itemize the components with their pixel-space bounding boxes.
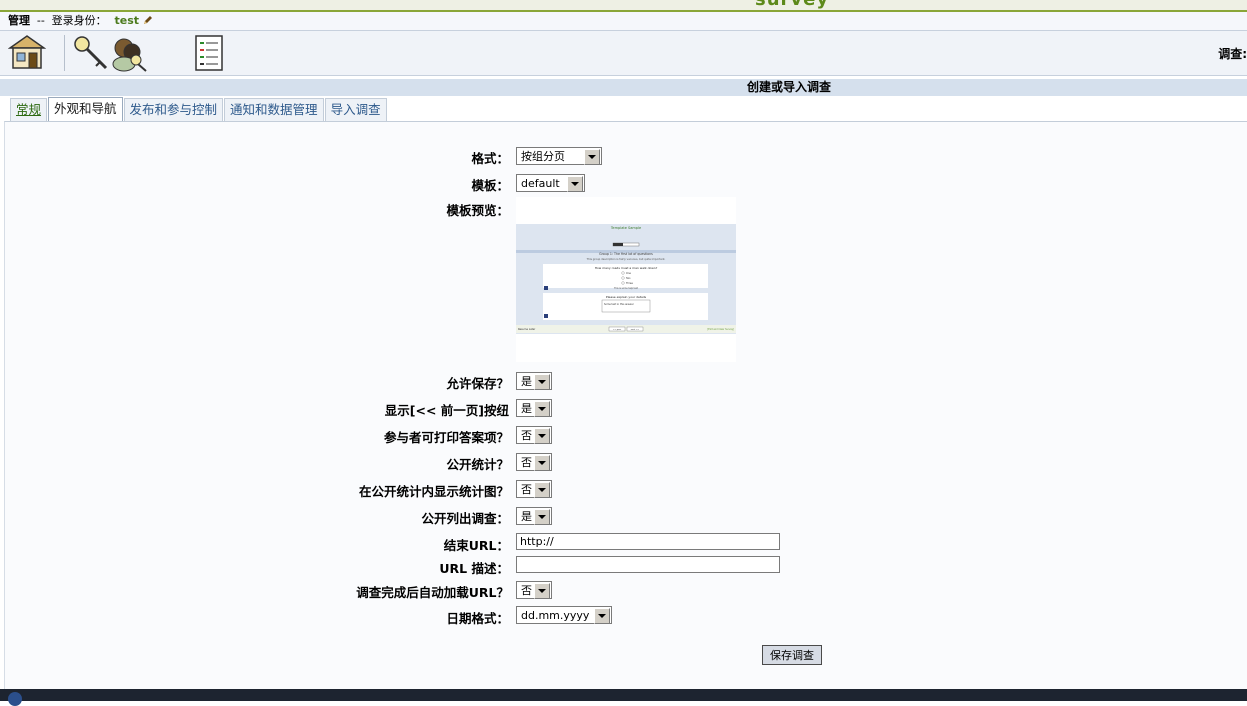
survey-list-icon[interactable] bbox=[194, 34, 224, 75]
save-survey-button[interactable]: 保存调查 bbox=[762, 645, 822, 665]
url-desc-input[interactable] bbox=[516, 556, 780, 573]
public-stats-value: 否 bbox=[521, 456, 532, 469]
preview-group-desc: This group description is fairly vacuous… bbox=[587, 257, 666, 261]
preview-group-title: Group 1: The first lot of questions bbox=[599, 252, 653, 256]
preview-exit-link: [Exit and Clear Survey] bbox=[707, 328, 734, 331]
tab-appearance[interactable]: 外观和导航 bbox=[48, 97, 123, 122]
footer-logo-icon bbox=[8, 692, 22, 706]
login-role-label: 登录身份： bbox=[51, 14, 107, 27]
preview-question-1: How many roads must a man walk down? bbox=[595, 266, 658, 270]
preview-question-2: Please explain your details bbox=[606, 295, 647, 299]
username-link[interactable]: test bbox=[114, 14, 139, 27]
public-graphs-label: 在公开统计内显示统计图？ bbox=[358, 484, 509, 499]
admin-bar: 管理 -- 登录身份： test bbox=[0, 12, 1247, 31]
date-format-value: dd.mm.yyyy bbox=[521, 609, 590, 622]
admin-separator: -- bbox=[36, 14, 45, 27]
allow-save-label: 允许保存？ bbox=[446, 376, 509, 391]
preview-resume-later: Resume Later bbox=[518, 327, 536, 331]
template-value: default bbox=[521, 177, 560, 190]
preview-option-1: One bbox=[626, 272, 631, 275]
autoload-url-select[interactable]: 否 bbox=[516, 581, 552, 599]
chevron-down-icon bbox=[534, 509, 550, 525]
chevron-down-icon bbox=[534, 401, 550, 417]
preview-answer-text: Some text in this answer bbox=[604, 303, 634, 306]
preview-next-button: next >> bbox=[631, 328, 640, 331]
template-preview-image: Template Sample Group 1: The first lot o… bbox=[516, 197, 736, 362]
date-format-label: 日期格式： bbox=[446, 611, 509, 626]
chevron-down-icon bbox=[534, 583, 550, 599]
template-select[interactable]: default bbox=[516, 174, 585, 192]
preview-prev-button: << prev bbox=[613, 328, 622, 331]
public-stats-label: 公开统计？ bbox=[446, 457, 509, 472]
print-answers-select[interactable]: 否 bbox=[516, 426, 552, 444]
autoload-url-value: 否 bbox=[521, 584, 532, 597]
chevron-down-icon bbox=[594, 608, 610, 624]
allow-save-select[interactable]: 是 bbox=[516, 372, 552, 390]
public-list-label: 公开列出调查： bbox=[421, 511, 509, 526]
template-label: 模板： bbox=[471, 178, 509, 193]
preview-help-text: This is some help text bbox=[614, 287, 638, 290]
tab-publish[interactable]: 发布和参与控制 bbox=[123, 98, 224, 121]
url-desc-label: URL 描述： bbox=[439, 561, 509, 576]
date-format-select[interactable]: dd.mm.yyyy bbox=[516, 606, 612, 624]
print-answers-value: 否 bbox=[521, 429, 532, 442]
chevron-down-icon bbox=[584, 149, 600, 165]
chevron-down-icon bbox=[534, 455, 550, 471]
tab-general[interactable]: 常规 bbox=[10, 98, 48, 121]
chevron-down-icon bbox=[567, 176, 583, 192]
chevron-down-icon bbox=[534, 374, 550, 390]
brand-title: survey bbox=[755, 0, 829, 10]
autoload-url-label: 调查完成后自动加载URL？ bbox=[356, 585, 509, 600]
allow-save-value: 是 bbox=[521, 375, 532, 388]
public-list-select[interactable]: 是 bbox=[516, 507, 552, 525]
toolbar-divider bbox=[64, 35, 65, 71]
tab-strip: 常规 外观和导航 发布和参与控制 通知和数据管理 导入调查 bbox=[10, 97, 388, 122]
edit-pencil-icon[interactable] bbox=[143, 13, 153, 24]
preview-option-3: Three bbox=[626, 282, 633, 285]
page-title: 创建或导入调查 bbox=[747, 80, 832, 94]
page-title-bar: 创建或导入调查 bbox=[0, 79, 1247, 96]
format-select[interactable]: 按组分页 bbox=[516, 147, 602, 165]
public-stats-select[interactable]: 否 bbox=[516, 453, 552, 471]
template-preview-label: 模板预览： bbox=[446, 203, 509, 218]
show-prev-value: 是 bbox=[521, 402, 532, 415]
public-graphs-value: 否 bbox=[521, 483, 532, 496]
show-prev-label: 显示[<< 前一页]按纽 bbox=[384, 403, 509, 418]
end-url-label: 结束URL： bbox=[443, 538, 509, 553]
preview-heading: Template Sample bbox=[610, 226, 641, 230]
footer-bar bbox=[0, 689, 1247, 706]
survey-select-label: 调查: bbox=[1218, 47, 1247, 61]
print-answers-label: 参与者可打印答案项？ bbox=[383, 430, 509, 445]
top-banner: survey bbox=[0, 0, 1247, 12]
home-icon[interactable] bbox=[7, 34, 47, 73]
toolbar: 调查: bbox=[0, 31, 1247, 76]
public-graphs-select[interactable]: 否 bbox=[516, 480, 552, 498]
tab-notification[interactable]: 通知和数据管理 bbox=[224, 98, 324, 121]
admin-info: 管理 -- 登录身份： test bbox=[8, 12, 153, 30]
format-label: 格式： bbox=[471, 151, 509, 166]
format-value: 按组分页 bbox=[521, 150, 565, 163]
public-list-value: 是 bbox=[521, 510, 532, 523]
chevron-down-icon bbox=[534, 482, 550, 498]
preview-option-2: Two bbox=[626, 277, 631, 280]
end-url-input[interactable]: http:// bbox=[516, 533, 780, 550]
show-prev-select[interactable]: 是 bbox=[516, 399, 552, 417]
tab-import[interactable]: 导入调查 bbox=[324, 98, 387, 121]
security-keys-icon[interactable] bbox=[72, 34, 148, 75]
admin-label: 管理 bbox=[8, 14, 30, 27]
chevron-down-icon bbox=[534, 428, 550, 444]
